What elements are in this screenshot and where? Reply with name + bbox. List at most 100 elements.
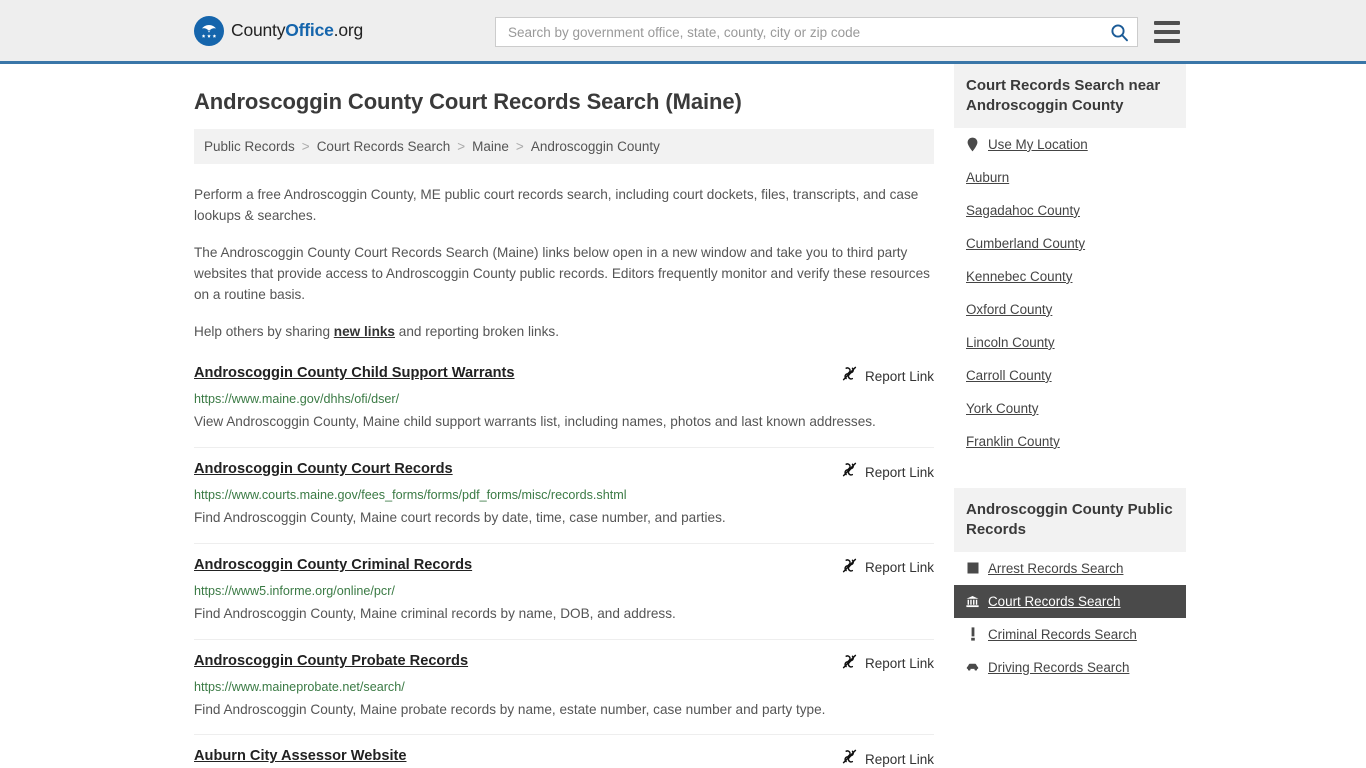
intro-paragraph-2: The Androscoggin County Court Records Se… (194, 245, 930, 303)
breadcrumb-item-public-records[interactable]: Public Records (204, 139, 295, 154)
result-header: Androscoggin County Criminal Records Rep… (194, 556, 934, 579)
report-link-button[interactable]: Report Link (841, 652, 934, 675)
intro-section: Perform a free Androscoggin County, ME p… (194, 184, 934, 342)
sidebar-item-label: Cumberland County (966, 235, 1086, 251)
breadcrumb-item-court-records-search[interactable]: Court Records Search (317, 139, 451, 154)
sidebar-item-label: Franklin County (966, 433, 1060, 449)
report-link-button[interactable]: Report Link (841, 556, 934, 579)
sidebar: Court Records Search near Androscoggin C… (954, 64, 1186, 768)
sidebar-item-franklin-county[interactable]: Franklin County (954, 425, 1186, 458)
report-link-label: Report Link (864, 560, 934, 576)
table-row: Auburn City Assessor Website Report Link (194, 747, 934, 768)
square-icon (966, 561, 979, 576)
list-item: Franklin County (954, 425, 1186, 458)
report-link-label: Report Link (864, 464, 934, 480)
table-row: Androscoggin County Probate Records Repo… (194, 652, 934, 736)
report-link-button[interactable]: Report Link (841, 364, 934, 387)
sidebar-item-arrest-records-search[interactable]: Arrest Records Search (954, 552, 1186, 585)
result-header: Androscoggin County Court Records Report… (194, 460, 934, 483)
search-icon[interactable] (1108, 23, 1131, 42)
hamburger-bar (1154, 30, 1180, 34)
report-link-button[interactable]: Report Link (841, 747, 934, 768)
main-content: Androscoggin County Court Records Search… (194, 64, 934, 768)
intro-text-before-link: Help others by sharing (194, 324, 334, 340)
broken-link-icon (841, 557, 858, 579)
list-item: Kennebec County (954, 260, 1186, 293)
intro-text-after-link: and reporting broken links. (395, 324, 559, 340)
sidebar-item-label: Driving Records Search (988, 659, 1130, 675)
sidebar-item-label: Kennebec County (966, 268, 1073, 284)
result-url: https://www.maineprobate.net/search/ (194, 679, 405, 694)
table-row: Androscoggin County Child Support Warran… (194, 364, 934, 449)
result-title-link[interactable]: Androscoggin County Court Records (194, 460, 453, 479)
list-item: Cumberland County (954, 227, 1186, 260)
result-header: Androscoggin County Child Support Warran… (194, 364, 934, 387)
report-link-button[interactable]: Report Link (841, 460, 934, 483)
breadcrumb-separator: > (457, 139, 466, 154)
eagle-shield-logo-icon (194, 15, 224, 46)
sidebar-item-sagadahoc-county[interactable]: Sagadahoc County (954, 194, 1186, 227)
sidebar-item-criminal-records-search[interactable]: Criminal Records Search (954, 618, 1186, 651)
list-item: Carroll County (954, 359, 1186, 392)
search-box[interactable] (495, 17, 1138, 47)
list-item: York County (954, 392, 1186, 425)
result-title-link[interactable]: Auburn City Assessor Website (194, 747, 406, 766)
sidebar-item-label: York County (966, 400, 1039, 416)
table-row: Androscoggin County Criminal Records Rep… (194, 556, 934, 640)
sidebar-item-label: Sagadahoc County (966, 202, 1080, 218)
result-title-link[interactable]: Androscoggin County Criminal Records (194, 556, 472, 575)
list-item: Court Records Search (954, 584, 1186, 618)
logo-text-county: County (231, 20, 286, 40)
public-records-heading: Androscoggin County Public Records (954, 487, 1186, 552)
search-input[interactable] (506, 18, 1108, 46)
result-header: Androscoggin County Probate Records Repo… (194, 652, 934, 675)
result-url: https://www5.informe.org/online/pcr/ (194, 583, 395, 598)
list-item: Oxford County (954, 293, 1186, 326)
car-icon (966, 660, 979, 675)
breadcrumb-separator: > (301, 139, 310, 154)
intro-paragraph-1: Perform a free Androscoggin County, ME p… (194, 187, 919, 224)
hamburger-menu-icon[interactable] (1154, 21, 1180, 43)
sidebar-item-use-my-location[interactable]: Use My Location (954, 128, 1186, 161)
result-title-link[interactable]: Androscoggin County Child Support Warran… (194, 364, 515, 383)
sidebar-item-driving-records-search[interactable]: Driving Records Search (954, 651, 1186, 684)
report-link-label: Report Link (864, 751, 934, 767)
list-item: Criminal Records Search (954, 618, 1186, 651)
list-item: Driving Records Search (954, 651, 1186, 684)
broken-link-icon (841, 748, 858, 768)
list-item: Sagadahoc County (954, 194, 1186, 227)
result-title-link[interactable]: Androscoggin County Probate Records (194, 652, 468, 671)
site-logo[interactable]: CountyOffice.org (194, 15, 363, 46)
sidebar-item-carroll-county[interactable]: Carroll County (954, 359, 1186, 392)
broken-link-icon (841, 365, 858, 387)
new-links-link[interactable]: new links (334, 324, 395, 339)
sidebar-item-label: Auburn (966, 169, 1010, 185)
list-item: Lincoln County (954, 326, 1186, 359)
site-logo-text: CountyOffice.org (231, 20, 363, 41)
public-records-list: Arrest Records Search Court Records Sear… (954, 552, 1186, 684)
sidebar-item-lincoln-county[interactable]: Lincoln County (954, 326, 1186, 359)
list-item: Use My Location (954, 128, 1186, 161)
sidebar-item-york-county[interactable]: York County (954, 392, 1186, 425)
page-title: Androscoggin County Court Records Search… (194, 89, 742, 114)
sidebar-item-label: Criminal Records Search (988, 626, 1137, 642)
nearby-search-heading: Court Records Search near Androscoggin C… (954, 64, 1186, 128)
sidebar-item-cumberland-county[interactable]: Cumberland County (954, 227, 1186, 260)
courthouse-icon (966, 594, 979, 609)
sidebar-item-kennebec-county[interactable]: Kennebec County (954, 260, 1186, 293)
breadcrumb-item-maine[interactable]: Maine (472, 139, 509, 154)
result-url: https://www.courts.maine.gov/fees_forms/… (194, 488, 627, 503)
breadcrumb: Public Records > Court Records Search > … (194, 129, 934, 164)
broken-link-icon (841, 653, 858, 675)
sidebar-item-auburn[interactable]: Auburn (954, 161, 1186, 194)
sidebar-item-label: Arrest Records Search (988, 560, 1124, 576)
table-row: Androscoggin County Court Records Report… (194, 460, 934, 544)
list-item: Arrest Records Search (954, 552, 1186, 585)
sidebar-item-label: Oxford County (966, 301, 1053, 317)
sidebar-item-label: Court Records Search (988, 593, 1121, 609)
sidebar-item-court-records-search[interactable]: Court Records Search (954, 584, 1186, 618)
logo-text-office: Office (285, 20, 334, 40)
sidebar-item-oxford-county[interactable]: Oxford County (954, 293, 1186, 326)
breadcrumb-separator: > (515, 139, 524, 154)
hamburger-bar (1154, 39, 1180, 43)
